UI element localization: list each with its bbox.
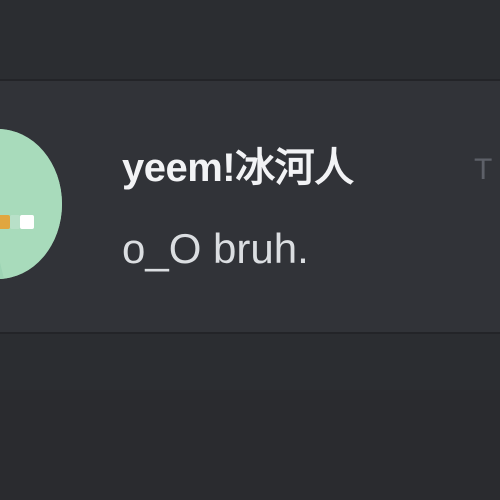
chat-window: yeem!冰河人 T o_O bruh. [0, 0, 500, 500]
message-content: o_O bruh. [122, 225, 309, 272]
chat-message[interactable] [0, 81, 500, 332]
lower-band [0, 390, 500, 500]
message-timestamp: T [474, 153, 493, 186]
avatar-icon [0, 129, 62, 279]
message-author[interactable]: yeem!冰河人 [122, 139, 354, 197]
user-avatar[interactable] [0, 129, 62, 279]
next-message-area [0, 334, 500, 500]
previous-message-area [0, 0, 500, 79]
